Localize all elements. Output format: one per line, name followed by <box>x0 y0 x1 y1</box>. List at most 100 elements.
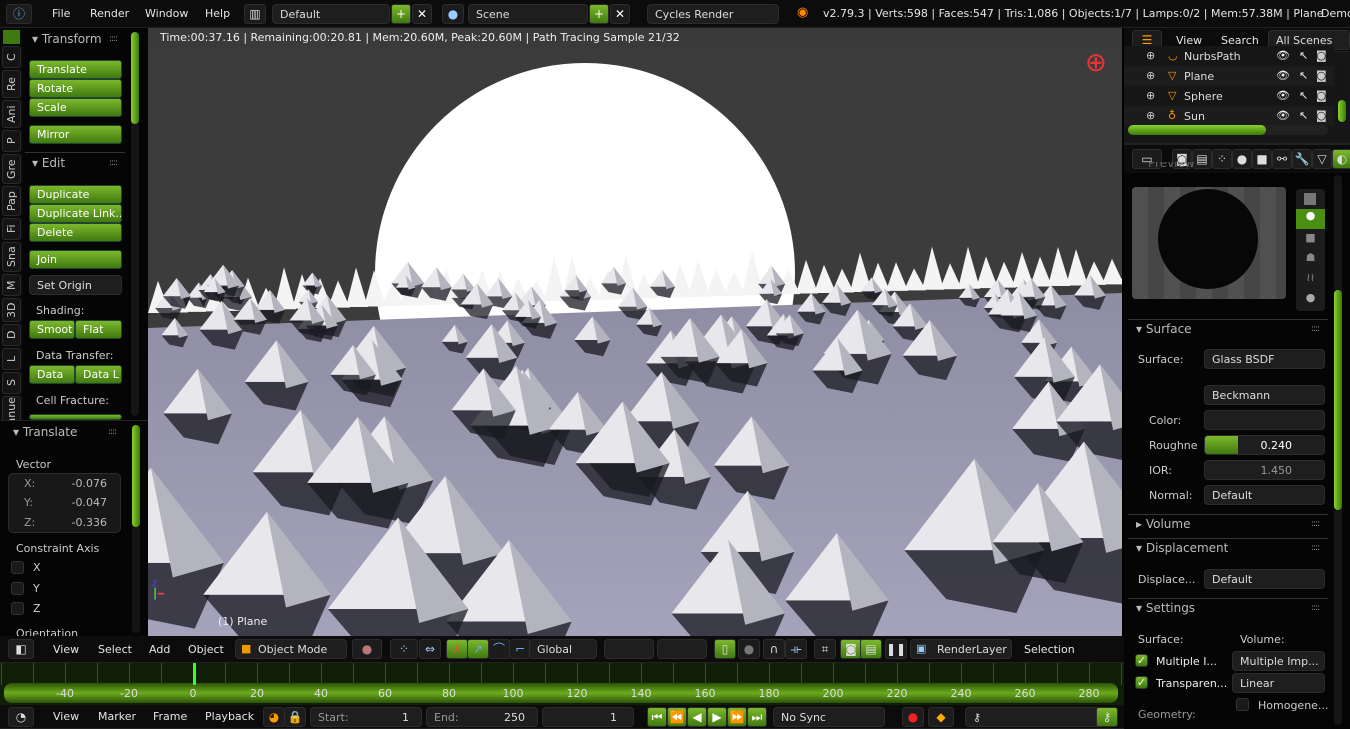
current-frame-field[interactable]: 1 <box>542 707 634 727</box>
mirror-button[interactable]: Mirror <box>29 125 122 144</box>
view-menu[interactable]: View <box>53 643 79 656</box>
expand-icon[interactable]: ⊕ <box>1146 49 1155 62</box>
transform-panel-header[interactable]: ▾ Transform <box>32 32 102 46</box>
translate-manipulator-icon[interactable]: ⅄ <box>446 639 468 659</box>
volume-interpolation-select[interactable]: Linear <box>1232 673 1325 693</box>
layers-grid[interactable] <box>604 639 654 659</box>
remove-layout-button[interactable]: ✕ <box>412 4 432 24</box>
volume-sampling-select[interactable]: Multiple Imp... <box>1232 651 1325 671</box>
ior-field[interactable]: 1.450 <box>1204 460 1325 480</box>
object-menu[interactable]: Object <box>188 643 224 656</box>
properties-tab-world-icon[interactable]: ● <box>1232 149 1252 169</box>
preview-hair-icon[interactable]: ≀≀ <box>1296 271 1325 284</box>
data-layout-button[interactable]: Data L <box>75 365 122 384</box>
expand-icon[interactable]: ⊕ <box>1146 109 1155 122</box>
timeline-view-menu[interactable]: View <box>53 710 79 723</box>
tool-tab[interactable]: S <box>2 372 21 394</box>
menu-render[interactable]: Render <box>90 7 129 20</box>
homogeneous-checkbox[interactable] <box>1236 698 1249 711</box>
snap-target-icon[interactable]: ⌗ <box>814 639 836 659</box>
drag-grip-icon[interactable]: :::: <box>1311 324 1320 334</box>
translate-arrow-icon[interactable]: ↗ <box>467 639 489 659</box>
tool-tab[interactable]: Gre <box>2 154 21 184</box>
z-value[interactable]: -0.336 <box>72 516 107 529</box>
tool-tab[interactable]: 3D <box>2 298 21 322</box>
marker-menu[interactable]: Marker <box>98 710 136 723</box>
color-input-socket[interactable] <box>1204 410 1325 430</box>
editor-type-3d-icon[interactable]: ◧ <box>8 639 34 659</box>
preview-monkey-icon[interactable]: ☗ <box>1296 251 1325 264</box>
properties-scrollbar[interactable] <box>1334 175 1342 725</box>
scale-button[interactable]: Scale <box>29 98 122 117</box>
info-editor-type-icon[interactable]: ⓘ <box>6 4 32 24</box>
tab-active[interactable] <box>3 30 20 44</box>
delete-button[interactable]: Delete <box>29 223 122 242</box>
viewport-shading-icon[interactable]: ● <box>352 639 382 659</box>
jump-keyframe-forward-icon[interactable]: ⏩ <box>727 707 747 727</box>
surface-shader-select[interactable]: Glass BSDF <box>1204 349 1325 369</box>
menu-window[interactable]: Window <box>145 7 188 20</box>
data-transfer-button[interactable]: Data <box>29 365 75 384</box>
selectable-cursor-icon[interactable]: ↖ <box>1299 49 1308 62</box>
properties-tab-modifiers-icon[interactable]: 🔧 <box>1292 149 1312 169</box>
preview-panel-header[interactable]: Preview <box>1148 162 1195 172</box>
volume-panel-header[interactable]: ▸ Volume <box>1136 517 1190 531</box>
timeline[interactable]: -40 -20 0 20 40 60 80 100 120 140 160 180 200 220 240 2… <box>0 663 1124 705</box>
manipulator-toggle-icon[interactable]: ⇔ <box>419 639 441 659</box>
selectable-cursor-icon[interactable]: ↖ <box>1299 89 1308 102</box>
constraint-z-checkbox[interactable] <box>11 602 24 615</box>
timeline-editor-type-icon[interactable]: ◔ <box>8 707 34 727</box>
screen-layout-field[interactable]: Default <box>272 4 390 24</box>
jump-start-icon[interactable]: ⏮ <box>647 707 667 727</box>
lock-range-icon[interactable]: 🔒 <box>284 707 306 727</box>
preview-world-icon[interactable]: ● <box>1296 291 1325 304</box>
surface-panel-header[interactable]: ▾ Surface <box>1136 322 1192 336</box>
drag-grip-icon[interactable]: :::: <box>108 427 117 437</box>
drag-grip-icon[interactable]: :::: <box>1311 543 1320 553</box>
3d-viewport[interactable]: Time:00:37.16 | Remaining:00:20.81 | Mem… <box>148 28 1122 636</box>
rotate-manipulator-icon[interactable]: ⌒ <box>488 639 510 659</box>
drag-grip-icon[interactable]: :::: <box>109 34 118 44</box>
normal-select[interactable]: Default <box>1204 485 1325 505</box>
tool-tab[interactable]: C <box>2 46 21 68</box>
selectable-cursor-icon[interactable]: ↖ <box>1299 109 1308 122</box>
sync-mode-select[interactable]: No Sync <box>773 707 885 727</box>
transparent-shadows-checkbox[interactable]: ✓ <box>1135 676 1148 689</box>
tool-tab[interactable]: Re <box>2 70 21 98</box>
tool-tab[interactable]: Fi <box>2 218 21 240</box>
join-button[interactable]: Join <box>29 250 122 269</box>
remove-scene-button[interactable]: ✕ <box>610 4 630 24</box>
tool-tab[interactable]: L <box>2 348 21 370</box>
shade-smooth-button[interactable]: Smoot <box>29 320 75 339</box>
outliner-item[interactable]: ⊕ ♁ Sun 👁 ↖ ◙ <box>1124 106 1334 126</box>
preview-sphere-icon[interactable]: ● <box>1296 209 1325 229</box>
drag-grip-icon[interactable]: :::: <box>1311 519 1320 529</box>
pause-render-icon[interactable]: ❚❚ <box>885 639 907 659</box>
properties-tab-object-icon[interactable]: ■ <box>1252 149 1272 169</box>
renderable-camera-icon[interactable]: ◙ <box>1316 69 1327 82</box>
translate-button[interactable]: Translate <box>29 60 122 79</box>
tool-tab[interactable]: D <box>2 324 21 346</box>
current-frame-indicator[interactable] <box>193 663 197 685</box>
scene-field[interactable]: Scene <box>468 4 588 24</box>
menu-file[interactable]: File <box>52 7 70 20</box>
expand-icon[interactable]: ⊕ <box>1146 89 1155 102</box>
transform-orientation-select[interactable]: Global <box>529 639 597 659</box>
outliner-item[interactable]: ⊕ ▽ Plane 👁 ↖ ◙ <box>1124 66 1334 86</box>
constraint-x-checkbox[interactable] <box>11 561 24 574</box>
jump-keyframe-back-icon[interactable]: ⏪ <box>667 707 687 727</box>
add-scene-button[interactable]: + <box>589 4 609 24</box>
visibility-eye-icon[interactable]: 👁 <box>1276 109 1290 122</box>
properties-tab-scene-icon[interactable]: ⁘ <box>1212 149 1232 169</box>
render-layer-select[interactable]: ▣ RenderLayer <box>910 639 1012 659</box>
auto-keyframe-record-icon[interactable]: ● <box>902 707 924 727</box>
set-origin-select[interactable]: Set Origin <box>29 275 122 295</box>
render-still-icon[interactable]: ◙ <box>840 639 862 659</box>
outliner-item[interactable]: ⊕ ◡ NurbsPath 👁 ↖ ◙ <box>1124 46 1334 66</box>
renderable-camera-icon[interactable]: ◙ <box>1316 109 1327 122</box>
outliner-hscrollbar[interactable] <box>1128 125 1328 135</box>
constraint-y-checkbox[interactable] <box>11 582 24 595</box>
multiple-importance-checkbox[interactable]: ✓ <box>1135 654 1148 667</box>
jump-end-icon[interactable]: ⏭ <box>747 707 767 727</box>
menu-help[interactable]: Help <box>205 7 230 20</box>
